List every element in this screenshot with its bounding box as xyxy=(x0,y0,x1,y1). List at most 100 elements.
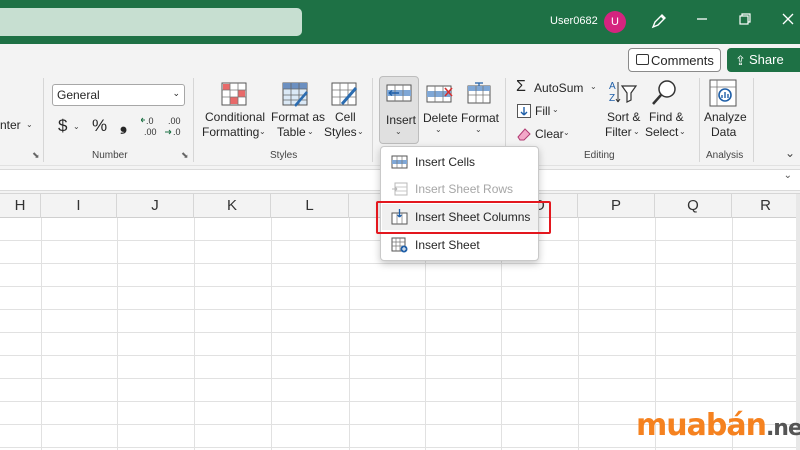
grid-column-line xyxy=(349,218,350,450)
analyze-data-icon[interactable] xyxy=(708,78,738,108)
column-header[interactable]: K xyxy=(194,194,271,218)
conditional-formatting-label-2[interactable]: Formatting xyxy=(202,125,259,139)
chevron-down-icon[interactable]: ⌄ xyxy=(784,170,792,181)
dialog-launcher-icon[interactable]: ⬊ xyxy=(181,150,189,161)
cell-styles-label-1[interactable]: Cell xyxy=(335,110,356,124)
clear-label[interactable]: Clear xyxy=(535,127,564,141)
chevron-down-icon[interactable]: ⌄ xyxy=(357,127,364,136)
autosum-icon[interactable]: Σ xyxy=(516,78,526,96)
title-bar: User0682 U xyxy=(0,0,800,44)
conditional-formatting-label-1[interactable]: Conditional xyxy=(205,110,265,124)
svg-text:.00: .00 xyxy=(168,116,181,126)
share-icon: ⇪ xyxy=(735,53,746,68)
percent-button[interactable]: % xyxy=(92,116,107,136)
format-as-table-icon[interactable] xyxy=(281,80,311,110)
command-bar: Comments ⇪ Share xyxy=(0,44,800,74)
analysis-group-label: Analysis xyxy=(706,150,744,161)
grid-row-line xyxy=(0,378,800,379)
cell-styles-icon[interactable] xyxy=(330,80,360,110)
svg-text:Z: Z xyxy=(609,93,615,104)
delete-cells-icon[interactable] xyxy=(425,82,453,106)
logo-tld: .net xyxy=(765,416,800,441)
format-as-table-label-2[interactable]: Table xyxy=(277,125,306,139)
minimize-icon[interactable] xyxy=(692,12,712,32)
group-separator xyxy=(699,78,700,162)
menu-item-insert-sheet-rows[interactable]: Insert Sheet Rows xyxy=(382,176,538,202)
chevron-down-icon[interactable]: ⌄ xyxy=(26,120,33,129)
comma-style-button[interactable]: ❟ xyxy=(120,114,127,135)
number-format-dropdown[interactable]: General ⌄ xyxy=(52,84,185,106)
chevron-down-icon[interactable]: ⌄ xyxy=(633,127,640,136)
grid-row-line xyxy=(0,447,800,448)
increase-decimal-icon[interactable]: .0.00 xyxy=(140,114,161,138)
column-header[interactable]: Q xyxy=(655,194,732,218)
decrease-decimal-icon[interactable]: .00.0 xyxy=(165,114,185,138)
menu-item-insert-sheet[interactable]: Insert Sheet xyxy=(382,232,538,258)
chevron-down-icon[interactable]: ⌄ xyxy=(563,128,570,137)
menu-item-label: Insert Sheet Rows xyxy=(415,182,514,196)
styles-group-label: Styles xyxy=(270,150,298,161)
chevron-down-icon: ⌄ xyxy=(395,127,402,136)
column-header[interactable]: P xyxy=(578,194,655,218)
ribbon-collapse-icon[interactable]: ⌄ xyxy=(785,146,795,160)
analyze-data-label-2[interactable]: Data xyxy=(711,125,736,139)
grid-row-line xyxy=(0,401,800,402)
grid-column-line xyxy=(117,218,118,450)
find-select-label-2[interactable]: Select xyxy=(645,125,678,139)
grid-column-line xyxy=(578,218,579,450)
menu-item-insert-cells[interactable]: Insert Cells xyxy=(382,149,538,175)
autosum-label[interactable]: AutoSum xyxy=(534,81,583,95)
chevron-down-icon[interactable]: ⌄ xyxy=(679,127,686,136)
sort-filter-label-1[interactable]: Sort & xyxy=(607,110,640,124)
column-header[interactable]: H xyxy=(0,194,41,218)
chevron-down-icon[interactable]: ⌄ xyxy=(552,105,559,114)
comments-button[interactable]: Comments xyxy=(628,48,721,72)
chevron-down-icon[interactable]: ⌄ xyxy=(307,127,314,136)
chevron-down-icon[interactable]: ⌄ xyxy=(435,125,442,134)
insert-label: Insert xyxy=(386,113,417,127)
format-cells-icon[interactable] xyxy=(465,82,493,106)
delete-label[interactable]: Delete xyxy=(423,111,458,125)
svg-text:.0: .0 xyxy=(173,127,181,137)
format-as-table-label-1[interactable]: Format as xyxy=(271,110,325,124)
column-header[interactable]: I xyxy=(41,194,117,218)
chevron-down-icon[interactable]: ⌄ xyxy=(73,122,80,131)
insert-sheet-icon xyxy=(391,237,408,253)
chevron-down-icon[interactable]: ⌄ xyxy=(259,127,266,136)
pen-icon[interactable] xyxy=(649,12,669,32)
insert-cells-icon xyxy=(391,154,408,170)
restore-icon[interactable] xyxy=(735,12,755,32)
close-icon[interactable] xyxy=(778,12,798,32)
analyze-data-label-1[interactable]: Analyze xyxy=(704,110,747,124)
fill-down-icon[interactable] xyxy=(516,103,532,119)
chevron-down-icon[interactable]: ⌄ xyxy=(590,82,597,91)
logo-brand: muabán xyxy=(636,408,767,443)
user-name[interactable]: User0682 xyxy=(550,15,598,27)
column-header[interactable]: R xyxy=(732,194,800,218)
chevron-down-icon[interactable]: ⌄ xyxy=(475,125,482,134)
sort-filter-icon[interactable]: AZ xyxy=(608,78,638,108)
group-separator xyxy=(193,78,194,162)
comments-label: Comments xyxy=(651,53,714,68)
comment-icon xyxy=(636,54,649,65)
merge-center-partial[interactable]: nter xyxy=(0,118,21,132)
column-header[interactable]: J xyxy=(117,194,194,218)
find-select-icon[interactable] xyxy=(650,78,680,108)
find-select-label-1[interactable]: Find & xyxy=(649,110,684,124)
format-label[interactable]: Format xyxy=(461,111,499,125)
insert-button[interactable]: Insert ⌄ xyxy=(379,76,419,144)
muaban-logo: muabán.net xyxy=(636,408,800,443)
fill-label[interactable]: Fill xyxy=(535,104,550,118)
eraser-icon[interactable] xyxy=(516,126,532,142)
cell-styles-label-2[interactable]: Styles xyxy=(324,125,357,139)
grid-column-line xyxy=(41,218,42,450)
search-box[interactable] xyxy=(0,8,302,36)
dialog-launcher-icon[interactable]: ⬊ xyxy=(32,150,40,161)
column-header[interactable]: L xyxy=(271,194,349,218)
conditional-formatting-icon[interactable] xyxy=(220,80,250,110)
currency-button[interactable]: $ xyxy=(58,116,67,136)
svg-text:.00: .00 xyxy=(144,127,157,137)
share-button[interactable]: ⇪ Share xyxy=(727,48,800,72)
avatar[interactable]: U xyxy=(604,11,626,33)
sort-filter-label-2[interactable]: Filter xyxy=(605,125,632,139)
